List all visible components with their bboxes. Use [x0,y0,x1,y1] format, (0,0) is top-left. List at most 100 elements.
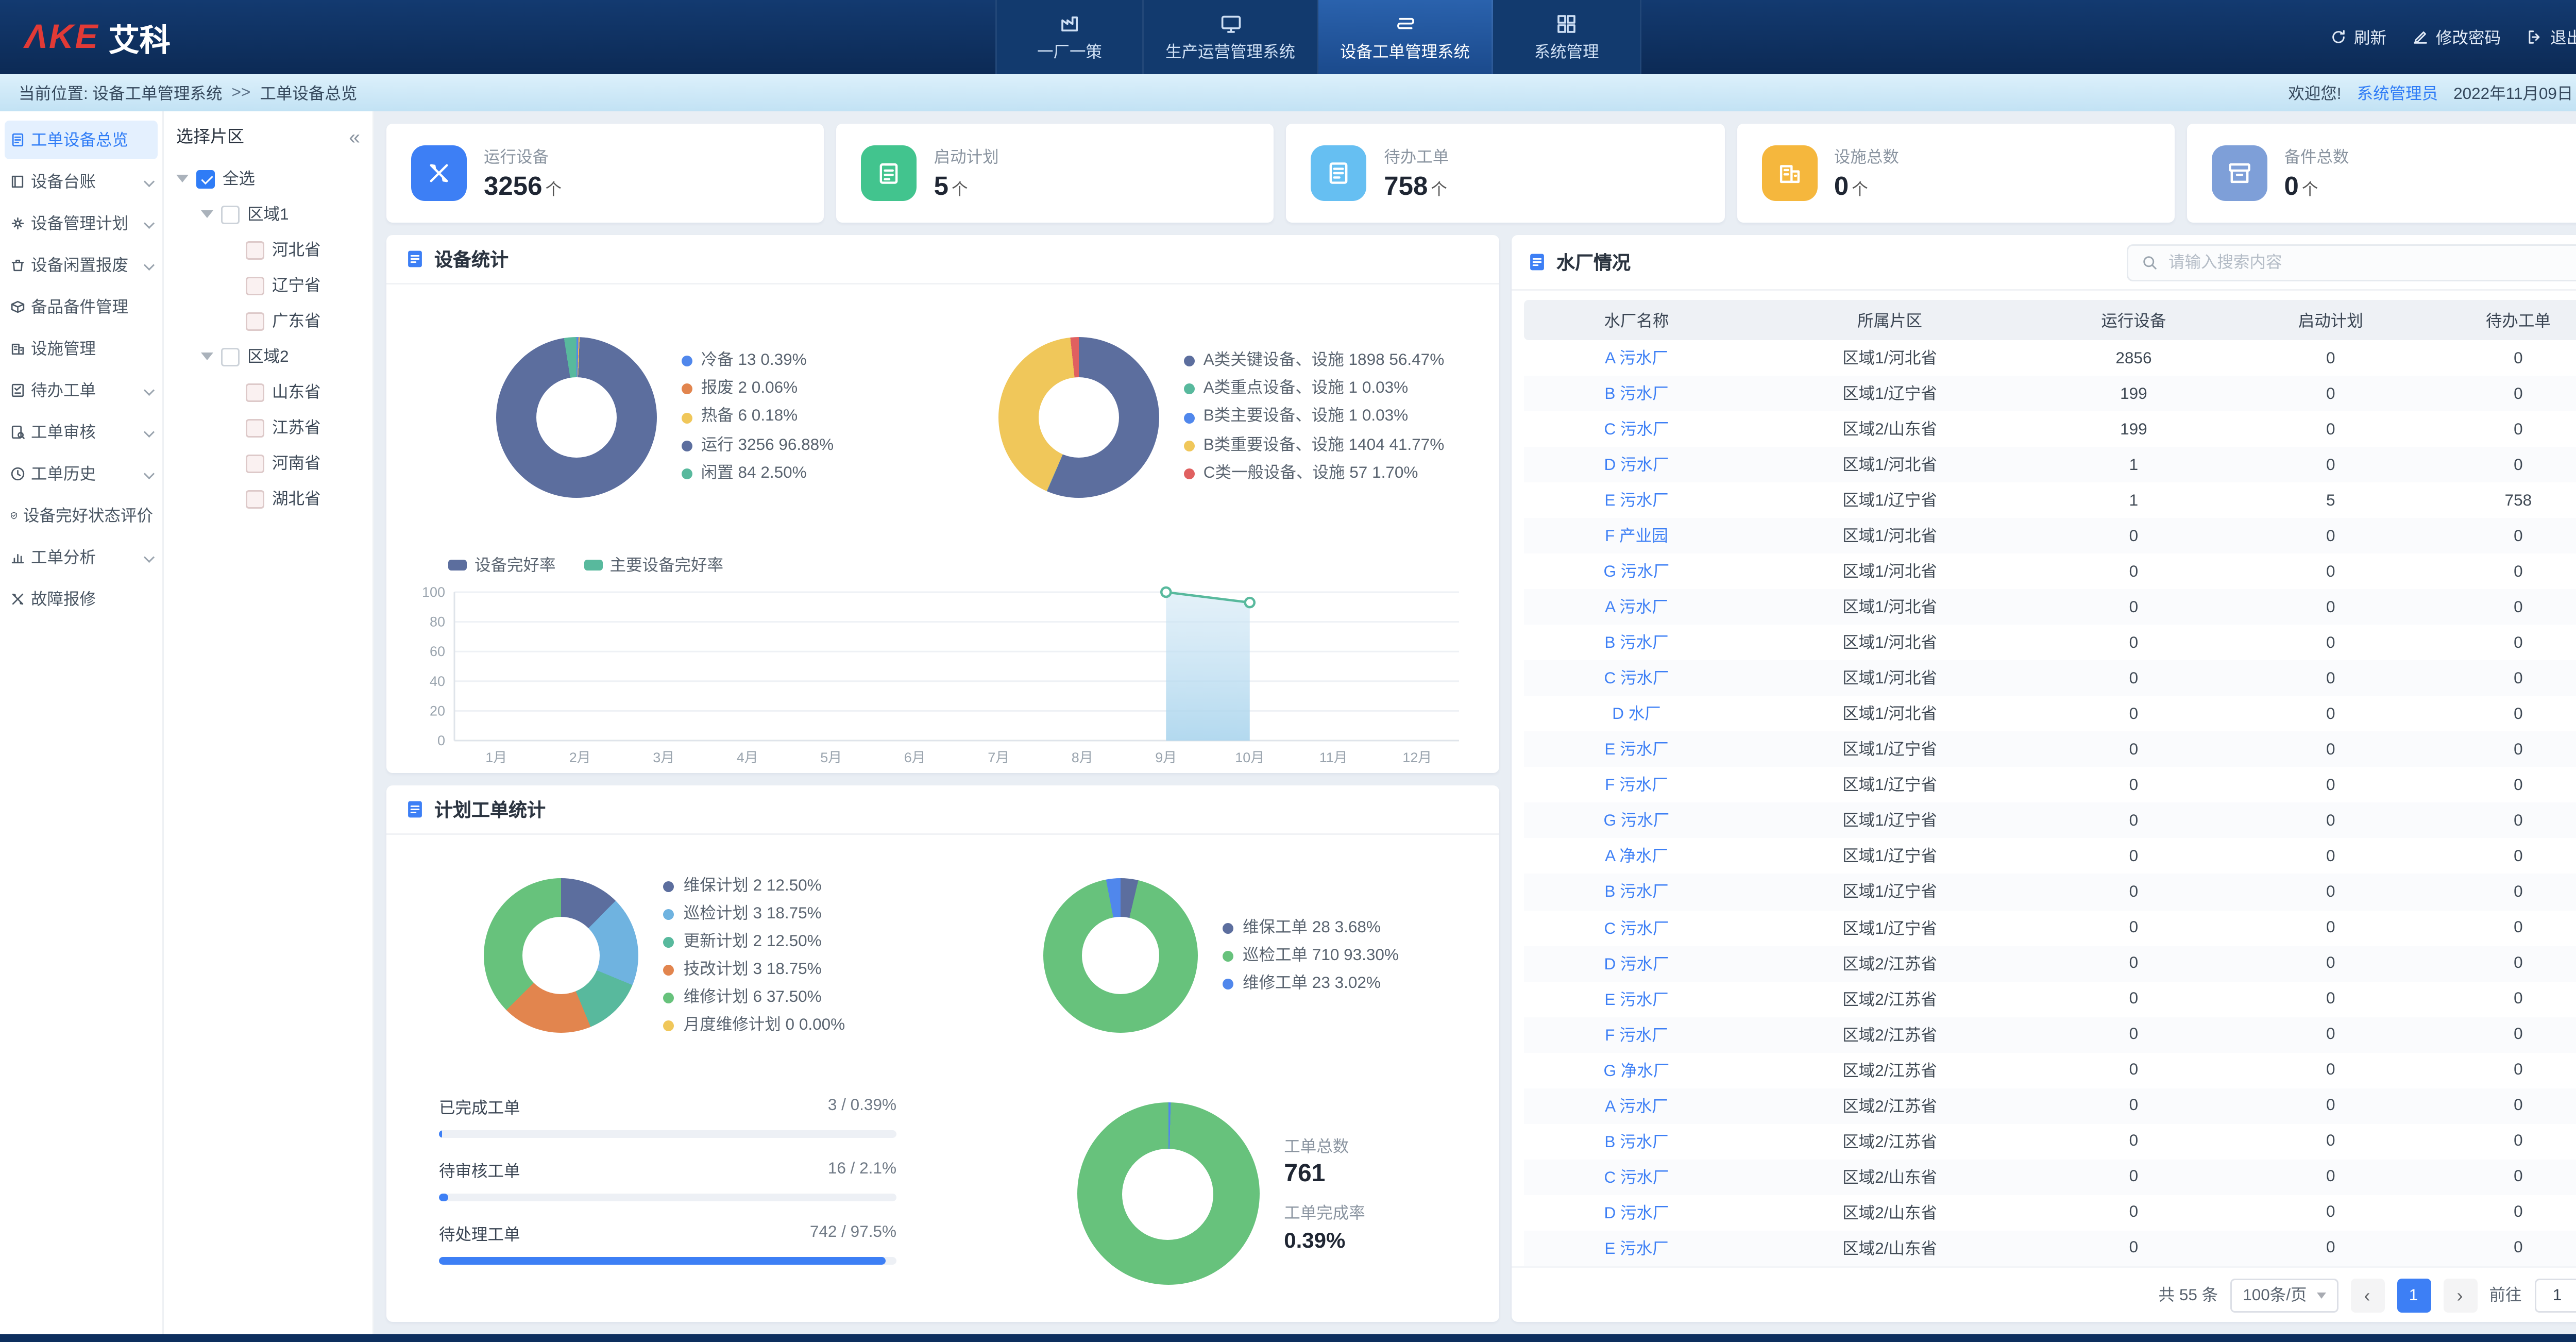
plant-name-link[interactable]: G 污水厂 [1524,809,1749,832]
checkbox[interactable] [246,312,264,330]
caret-down-icon[interactable] [176,175,189,182]
plant-name-link[interactable]: B 污水厂 [1524,631,1749,655]
plant-name-link[interactable]: B 污水厂 [1524,382,1749,405]
legend-item[interactable]: 闲置 84 2.50% [681,463,834,483]
legend-item[interactable]: 巡检工单 710 93.30% [1223,946,1399,966]
plant-name-link[interactable]: F 产业园 [1524,525,1749,548]
current-user-link[interactable]: 系统管理员 [2357,81,2438,105]
sidebar-item-facility-management[interactable]: 设施管理 [5,329,158,368]
sidebar-item-fault-repair[interactable]: 故障报修 [5,580,158,618]
plant-name-link[interactable]: E 污水厂 [1524,489,1749,512]
legend-item[interactable]: B类重要设备、设施 1404 41.77% [1183,435,1444,456]
legend-item[interactable]: A类关键设备、设施 1898 56.47% [1183,351,1444,372]
plant-name-link[interactable]: B 污水厂 [1524,880,1749,903]
plant-name-link[interactable]: C 污水厂 [1524,667,1749,690]
prev-page-button[interactable]: ‹ [2350,1278,2384,1312]
plant-name-link[interactable]: A 净水厂 [1524,845,1749,868]
checkbox[interactable] [246,383,264,401]
tree-node-province[interactable]: 河南省 [176,445,360,481]
page-size-select[interactable]: 100条/页 [2230,1278,2337,1312]
plant-name-link[interactable]: C 污水厂 [1524,916,1749,940]
tree-node-province[interactable]: 广东省 [176,303,360,339]
current-page-button[interactable]: 1 [2397,1278,2431,1312]
top-tab-production-operation-system[interactable]: 生产运营管理系统 [1144,0,1318,74]
legend-item[interactable]: 冷备 13 0.39% [681,351,834,372]
search-input[interactable] [2168,253,2576,272]
sidebar-item-todo-workorder[interactable]: 待办工单 [5,371,158,410]
tree-node-province[interactable]: 湖北省 [176,481,360,516]
sidebar-item-spare-parts[interactable]: 备品备件管理 [5,288,158,326]
progress-label: 已完成工单 [439,1097,520,1120]
plant-name-link[interactable]: E 污水厂 [1524,987,1749,1011]
plant-name-link[interactable]: C 污水厂 [1524,1165,1749,1188]
plant-name-link[interactable]: A 污水厂 [1524,1094,1749,1117]
top-tab-system-management[interactable]: 系统管理 [1493,0,1641,74]
tree-node-select-all[interactable]: 全选 [176,161,360,196]
caret-down-icon[interactable] [201,210,213,218]
plant-name-link[interactable]: G 净水厂 [1524,1059,1749,1082]
next-page-button[interactable]: › [2443,1278,2477,1312]
plant-name-link[interactable]: E 污水厂 [1524,738,1749,761]
checkbox[interactable] [246,490,264,508]
plant-name-link[interactable]: A 污水厂 [1524,596,1749,619]
tree-node-province[interactable]: 山东省 [176,374,360,410]
sidebar-item-workorder-overview[interactable]: 工单设备总览 [5,121,158,159]
legend-item[interactable]: 热备 6 0.18% [681,407,834,427]
sidebar-item-equipment-plan[interactable]: 设备管理计划 [5,204,158,243]
legend-item[interactable]: B类主要设备、设施 1 0.03% [1183,407,1444,427]
goto-page-input[interactable] [2534,1278,2576,1312]
plant-name-link[interactable]: F 污水厂 [1524,1023,1749,1046]
legend-item[interactable]: 巡检计划 3 18.75% [664,904,845,924]
sidebar-item-equipment-ledger[interactable]: 设备台账 [5,162,158,201]
legend-item[interactable]: 维保计划 2 12.50% [664,876,845,896]
plant-name-link[interactable]: D 污水厂 [1524,453,1749,476]
collapse-panel-button[interactable]: « [349,125,360,148]
tree-node-group[interactable]: 区域2 [176,339,360,374]
legend-item[interactable]: A类重点设备、设施 1 0.03% [1183,379,1444,399]
chart-legend-item[interactable]: 设备完好率 [448,553,556,577]
legend-item[interactable]: C类一般设备、设施 57 1.70% [1183,463,1444,483]
sidebar-item-workorder-history[interactable]: 工单历史 [5,455,158,493]
legend-item[interactable]: 运行 3256 96.88% [681,435,834,456]
logout-button[interactable]: 退出登录 [2526,26,2576,49]
plant-name-link[interactable]: E 污水厂 [1524,1236,1749,1260]
plant-name-link[interactable]: B 污水厂 [1524,1130,1749,1153]
top-tab-one-plant-one-policy[interactable]: 一厂一策 [995,0,1144,74]
plant-name-link[interactable]: A 污水厂 [1524,346,1749,370]
chart-legend-item[interactable]: 主要设备完好率 [584,553,724,577]
plant-name-link[interactable]: F 污水厂 [1524,774,1749,797]
tree-node-province[interactable]: 江苏省 [176,410,360,445]
legend-item[interactable]: 月度维修计划 0 0.00% [664,1016,845,1036]
table-row: C 污水厂区域2/山东省000 [1524,1159,2576,1195]
plant-name-link[interactable]: G 污水厂 [1524,560,1749,583]
plant-name-link[interactable]: D 污水厂 [1524,1201,1749,1224]
checkbox[interactable] [246,276,264,295]
table-cell: 0 [2425,527,2576,545]
sidebar-item-workorder-analysis[interactable]: 工单分析 [5,538,158,577]
checkbox[interactable] [221,205,240,224]
checkbox[interactable] [196,170,215,188]
checkbox[interactable] [221,347,240,366]
legend-item[interactable]: 更新计划 2 12.50% [664,932,845,952]
tree-node-province[interactable]: 辽宁省 [176,267,360,303]
legend-item[interactable]: 技改计划 3 18.75% [664,960,845,980]
sidebar-item-workorder-audit[interactable]: 工单审核 [5,413,158,451]
legend-item[interactable]: 维修计划 6 37.50% [664,988,845,1008]
checkbox[interactable] [246,418,264,437]
plant-name-link[interactable]: C 污水厂 [1524,417,1749,441]
checkbox[interactable] [246,454,264,473]
legend-item[interactable]: 维修工单 23 3.02% [1223,974,1399,994]
plant-name-link[interactable]: D 污水厂 [1524,952,1749,975]
tree-node-province[interactable]: 河北省 [176,232,360,267]
legend-item[interactable]: 维保工单 28 3.68% [1223,918,1399,938]
sidebar-item-equipment-idle-scrap[interactable]: 设备闲置报废 [5,246,158,284]
legend-item[interactable]: 报废 2 0.06% [681,379,834,399]
top-tab-equipment-workorder-system[interactable]: 设备工单管理系统 [1318,0,1493,74]
tree-node-group[interactable]: 区域1 [176,196,360,232]
plant-name-link[interactable]: D 水厂 [1524,702,1749,726]
sidebar-item-equipment-status-eval[interactable]: 设备完好状态评价 [5,496,158,535]
caret-down-icon[interactable] [201,353,213,360]
refresh-button[interactable]: 刷新 [2329,26,2386,49]
change-password-button[interactable]: 修改密码 [2411,26,2501,49]
checkbox[interactable] [246,241,264,259]
